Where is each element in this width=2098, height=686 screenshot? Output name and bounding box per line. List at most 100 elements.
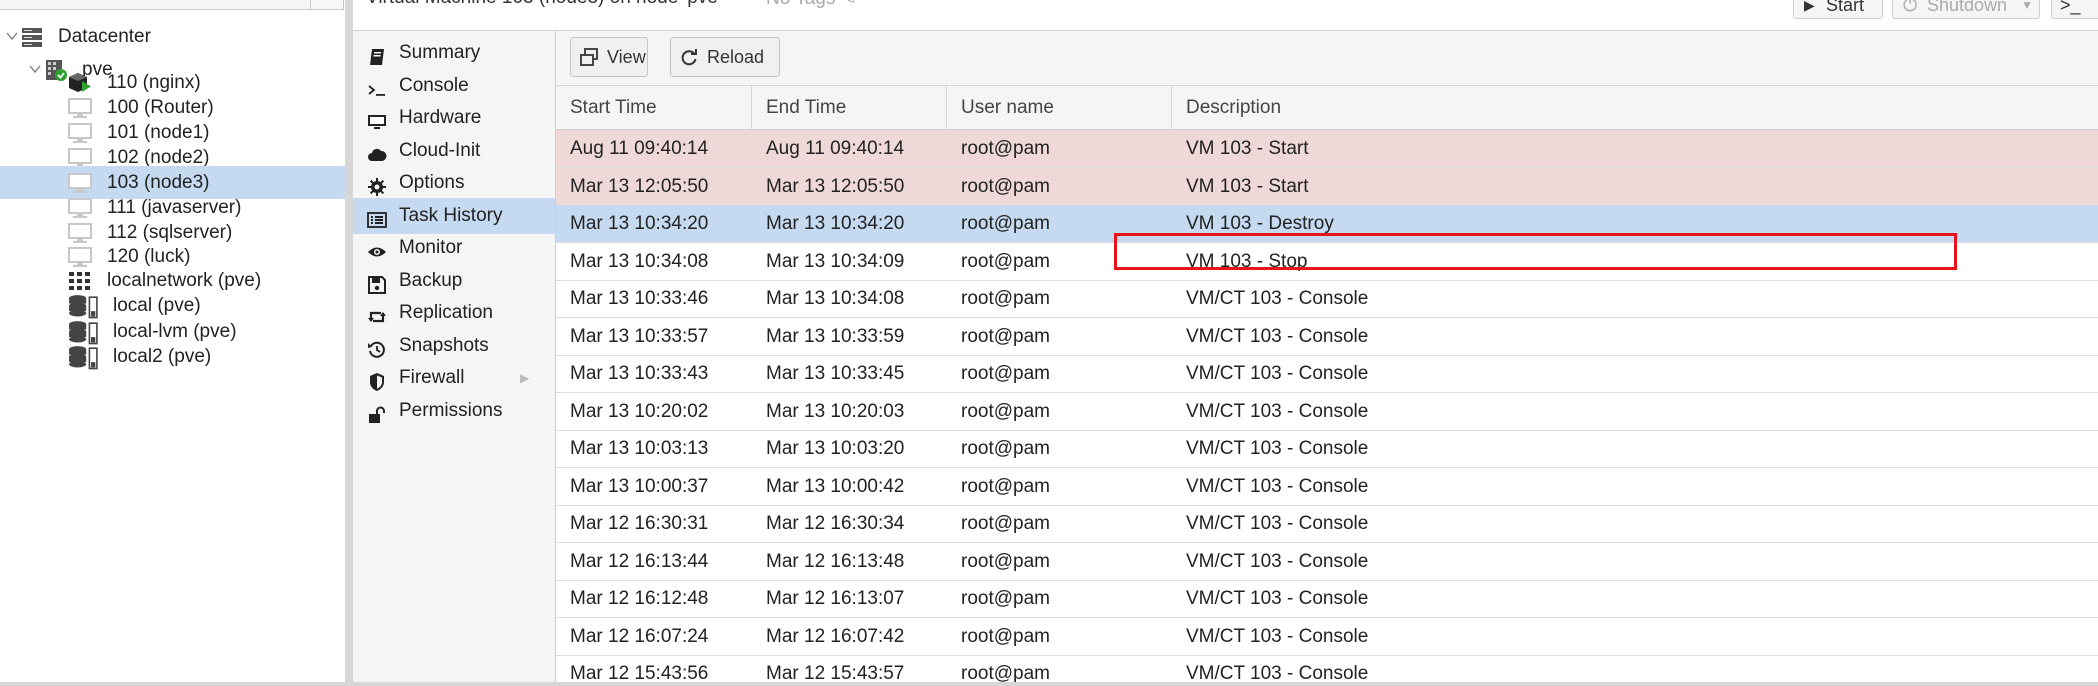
pencil-icon[interactable]: ✎	[841, 0, 857, 9]
chevron-down-icon[interactable]	[5, 29, 19, 43]
nav-item-label: Task History	[399, 205, 503, 226]
cell-description: VM/CT 103 - Console	[1186, 513, 1369, 534]
cell-description: VM/CT 103 - Console	[1186, 363, 1369, 384]
nav-item-permissions[interactable]: Permissions	[353, 393, 555, 429]
tree-node-datacenter[interactable]: Datacenter	[0, 20, 345, 53]
nav-item-label: Backup	[399, 270, 463, 291]
book-icon	[367, 44, 387, 65]
table-row[interactable]: Mar 12 16:13:44 Mar 12 16:13:48 root@pam VM…	[556, 543, 2098, 581]
shutdown-label: Shutdown	[1927, 0, 2008, 15]
table-row[interactable]: Mar 13 12:05:50 Mar 13 12:05:50 root@pam VM…	[556, 167, 2098, 206]
vm-header: Virtual Machine 103 (node3) on node 'pve…	[353, 0, 2098, 31]
cell-description: VM/CT 103 - Console	[1186, 325, 1369, 347]
table-row[interactable]: Mar 13 10:34:08 Mar 13 10:34:09 root@pam VM…	[556, 243, 2098, 281]
nav-item-replication[interactable]: Replication	[353, 295, 555, 331]
nav-item-options[interactable]: Options	[353, 165, 555, 201]
cell-user-name: root@pam	[961, 363, 1050, 384]
tags-label: No Tags	[766, 0, 835, 9]
task-history-panel: View Reload Start Time End Time User nam…	[556, 31, 2098, 686]
nav-item-label: Replication	[399, 302, 493, 323]
grid-toolbar: View Reload	[556, 31, 2098, 86]
cell-user-name: root@pam	[961, 325, 1050, 347]
table-row[interactable]: Mar 13 10:00:37 Mar 13 10:00:42 root@pam VM…	[556, 468, 2098, 506]
cell-description: VM/CT 103 - Console	[1186, 550, 1369, 572]
table-row[interactable]: Mar 12 16:12:48 Mar 12 16:13:07 root@pam VM…	[556, 580, 2098, 618]
cell-user-name: root@pam	[961, 625, 1050, 647]
desktop-icon	[367, 109, 387, 129]
cell-description: VM 103 - Stop	[1186, 250, 1308, 272]
nav-item-task-history[interactable]: Task History	[353, 198, 555, 234]
reload-label: Reload	[707, 47, 765, 67]
panel-splitter[interactable]	[345, 0, 353, 686]
table-row[interactable]: Mar 13 10:20:02 Mar 13 10:20:03 root@pam VM…	[556, 393, 2098, 431]
cell-start-time: Mar 12 16:12:48	[570, 588, 709, 609]
view-label: View	[607, 47, 646, 67]
cell-end-time: Mar 12 16:07:42	[766, 625, 905, 647]
cell-end-time: Mar 13 10:34:09	[766, 250, 905, 272]
column-header-description[interactable]: Description	[1172, 86, 2098, 129]
start-button[interactable]: ▶ Start	[1793, 0, 1883, 19]
unlock-icon	[367, 402, 387, 423]
nav-item-firewall[interactable]: Firewall ▶	[353, 360, 555, 396]
console-menu-button[interactable]: >_	[2051, 0, 2098, 19]
cell-start-time: Mar 12 16:13:44	[570, 550, 709, 572]
nav-item-monitor[interactable]: Monitor	[353, 230, 555, 266]
table-row[interactable]: Mar 13 10:33:57 Mar 13 10:33:59 root@pam VM…	[556, 318, 2098, 356]
cell-user-name: root@pam	[961, 138, 1050, 159]
cell-description: VM/CT 103 - Console	[1186, 625, 1369, 647]
table-row[interactable]: Mar 13 10:33:43 Mar 13 10:33:45 root@pam VM…	[556, 355, 2098, 393]
table-row[interactable]: Mar 12 16:30:31 Mar 12 16:30:34 root@pam VM…	[556, 505, 2098, 543]
cell-start-time: Mar 13 10:03:13	[570, 438, 709, 459]
storage-icon	[68, 345, 98, 370]
shield-icon	[367, 369, 387, 391]
cell-user-name: root@pam	[961, 175, 1050, 197]
nav-item-cloud-init[interactable]: Cloud-Init	[353, 133, 555, 169]
nav-item-hardware[interactable]: Hardware	[353, 100, 555, 136]
nav-item-label: Snapshots	[399, 335, 489, 356]
tree-header-bar	[0, 0, 335, 10]
tree-item[interactable]: local2 (pve)	[0, 340, 345, 373]
reload-button[interactable]: Reload	[670, 37, 780, 77]
cell-start-time: Mar 13 10:34:20	[570, 213, 709, 234]
column-header-start-time[interactable]: Start Time	[556, 86, 752, 129]
floppy-icon	[367, 272, 387, 294]
table-row[interactable]: Mar 13 10:03:13 Mar 13 10:03:20 root@pam VM…	[556, 430, 2098, 468]
table-row[interactable]: Mar 12 16:07:24 Mar 12 16:07:42 root@pam VM…	[556, 618, 2098, 656]
cell-start-time: Mar 13 10:33:46	[570, 288, 709, 309]
column-header-user-name[interactable]: User name	[947, 86, 1172, 129]
vm-title: Virtual Machine 103 (node3) on node 'pve…	[366, 0, 721, 9]
history-icon	[367, 337, 387, 358]
cell-start-time: Mar 13 10:20:02	[570, 400, 709, 422]
cell-end-time: Mar 13 10:33:59	[766, 325, 905, 347]
grid-body: Aug 11 09:40:14 Aug 11 09:40:14 root@pam VM…	[556, 130, 2098, 686]
tree-view-selector[interactable]	[310, 0, 344, 10]
nav-item-console[interactable]: Console	[353, 68, 555, 104]
cell-start-time: Mar 13 12:05:50	[570, 175, 709, 197]
cell-user-name: root@pam	[961, 288, 1050, 309]
power-icon: ⏻	[1903, 0, 1918, 15]
cell-user-name: root@pam	[961, 513, 1050, 534]
cell-description: VM/CT 103 - Console	[1186, 438, 1369, 459]
cell-description: VM 103 - Start	[1186, 175, 1309, 197]
table-row[interactable]: Aug 11 09:40:14 Aug 11 09:40:14 root@pam VM…	[556, 130, 2098, 168]
resource-tree: Datacenter pve 110 (nginx) 100 (Router) 10…	[0, 0, 345, 686]
cell-end-time: Mar 12 16:13:07	[766, 588, 905, 609]
cell-description: VM 103 - Destroy	[1186, 213, 1334, 234]
grid-header: Start Time End Time User name Descriptio…	[556, 86, 2098, 130]
cell-start-time: Mar 13 10:33:57	[570, 325, 709, 347]
list-alt-icon	[367, 207, 387, 228]
nav-item-label: Permissions	[399, 400, 503, 421]
chevron-down-icon[interactable]: ▼	[2021, 0, 2033, 16]
shutdown-button[interactable]: ⏻ Shutdown ▼	[1892, 0, 2040, 19]
nav-item-summary[interactable]: Summary	[353, 35, 555, 71]
nav-item-backup[interactable]: Backup	[353, 263, 555, 299]
vm-tags[interactable]: No Tags ✎	[766, 0, 857, 10]
table-row[interactable]: Mar 13 10:33:46 Mar 13 10:34:08 root@pam VM…	[556, 280, 2098, 318]
bottom-splitter[interactable]	[0, 682, 2098, 686]
table-row[interactable]: Mar 13 10:34:20 Mar 13 10:34:20 root@pam VM…	[556, 205, 2098, 243]
column-header-end-time[interactable]: End Time	[752, 86, 947, 129]
nav-item-label: Summary	[399, 42, 481, 63]
view-button[interactable]: View	[570, 37, 648, 77]
nav-item-snapshots[interactable]: Snapshots	[353, 328, 555, 364]
nav-item-label: Console	[399, 75, 469, 96]
